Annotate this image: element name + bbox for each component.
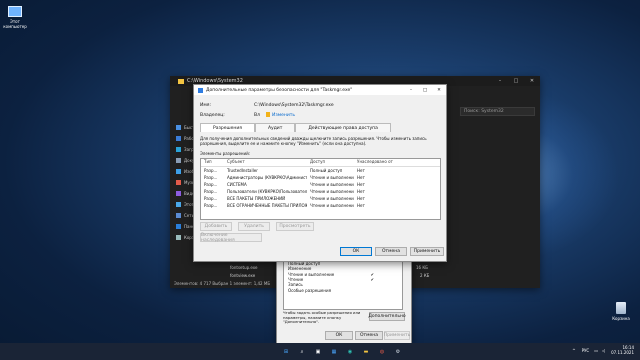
dialog-title: Дополнительные параметры безопасности дл…: [206, 87, 353, 93]
language-indicator[interactable]: РУС: [582, 348, 590, 353]
permission-row: Особые разрешения: [288, 287, 332, 293]
tab-permissions[interactable]: Разрешения: [200, 123, 255, 132]
column-header[interactable]: Доступ: [307, 159, 354, 166]
column-header[interactable]: Унаследовано от: [354, 159, 417, 166]
desktop-icon-label: Корзина: [612, 316, 630, 321]
desktop-icon-label: Этот компьютер: [3, 19, 27, 29]
minimize-button[interactable]: –: [404, 88, 418, 93]
desktop: Этот компьютер Корзина C:\Windows\System…: [0, 0, 640, 360]
owner-label: Владелец:: [200, 113, 225, 118]
taskbar-apps: ⊞ ⌕ ▣ ▦ ◉ ▬ ◍ ⚙: [280, 346, 408, 357]
folder-icon: [178, 78, 184, 84]
status-bar: Элементов: 4 717 Выбран 1 элемент: 1,42 …: [174, 281, 271, 286]
file-size: 2 КБ: [420, 273, 430, 278]
tab-effective-access[interactable]: Действующие права доступа: [295, 123, 391, 132]
enable-inheritance-button[interactable]: Включение наследования: [200, 233, 262, 243]
permission-entries-table: Тип Субъект Доступ Унаследовано от Разр.…: [200, 158, 441, 220]
search-input[interactable]: Поиск: System32: [460, 107, 535, 116]
ok-button[interactable]: ОК: [325, 331, 353, 340]
checkmark-icon: ✔: [370, 277, 374, 283]
shield-icon: [266, 112, 270, 119]
close-button[interactable]: ✕: [432, 88, 446, 93]
system-tray: ^ РУС ▭ ◁ 16:14 07.11.2021: [572, 345, 634, 355]
apply-button[interactable]: Применить: [384, 331, 410, 340]
dialog-titlebar: Дополнительные параметры безопасности дл…: [194, 85, 446, 95]
desktop-icon-this-pc[interactable]: Этот компьютер: [2, 6, 28, 29]
ok-button[interactable]: ОК: [340, 247, 372, 256]
date: 07.11.2021: [611, 350, 634, 355]
close-button[interactable]: ✕: [524, 78, 540, 84]
start-icon[interactable]: ⊞: [280, 346, 292, 357]
entries-label: Элементы разрешений:: [200, 151, 251, 156]
checkmark-icon: ✔: [370, 271, 374, 277]
owner-change-link[interactable]: Изменить: [272, 113, 295, 118]
cancel-button[interactable]: Отмена: [355, 331, 383, 340]
hint-text: Чтобы задать особые разрешения или парам…: [283, 310, 361, 324]
store-icon[interactable]: ◍: [376, 346, 388, 357]
table-row[interactable]: Разр... TrustedInstaller Полный доступ Нет: [201, 167, 440, 174]
tab-audit[interactable]: Аудит: [254, 123, 296, 132]
chevron-up-icon[interactable]: ^: [572, 348, 575, 353]
search-icon[interactable]: ⌕: [296, 346, 308, 357]
file-item[interactable]: fontview.exe: [230, 273, 255, 278]
column-header[interactable]: Тип: [201, 159, 224, 166]
table-row[interactable]: Разр...Администраторы (КУВКРКО\Администр…: [201, 174, 440, 181]
permissions-list: Полный доступ Изменение Чтение и выполне…: [283, 260, 403, 310]
shield-icon: [198, 87, 203, 93]
advanced-security-dialog: Дополнительные параметры безопасности дл…: [193, 84, 447, 262]
clock[interactable]: 16:14 07.11.2021: [611, 345, 634, 355]
maximize-button[interactable]: □: [508, 78, 524, 84]
file-item[interactable]: fontsetup.exe: [230, 265, 258, 270]
name-value: C:\Windows\System32\Taskmgr.exe: [254, 103, 334, 108]
tab-strip: Разрешения Аудит Действующие права досту…: [200, 123, 391, 132]
recycle-bin-icon: [616, 302, 626, 314]
taskbar: ⊞ ⌕ ▣ ▦ ◉ ▬ ◍ ⚙ ^ РУС ▭ ◁ 16:14 07.11.20…: [0, 343, 640, 360]
minimize-button[interactable]: –: [492, 78, 508, 84]
edge-icon[interactable]: ◉: [344, 346, 356, 357]
table-row[interactable]: Разр... ВСЕ ПАКЕТЫ ПРИЛОЖЕНИЙ Чтение и вып…: [201, 195, 440, 202]
computer-icon: [8, 6, 22, 17]
add-button[interactable]: Добавить: [200, 222, 232, 231]
file-explorer-icon[interactable]: ▬: [360, 346, 372, 357]
info-text: Для получения дополнительных сведений дв…: [200, 136, 427, 146]
advanced-button[interactable]: Дополнительно: [368, 312, 406, 321]
maximize-button[interactable]: □: [418, 88, 432, 93]
table-row[interactable]: Разр... ВСЕ ОГРАНИЧЕННЫЕ ПАКЕТЫ ПРИЛОЖЕ..…: [201, 202, 440, 209]
properties-window: ПРИЛОЖЕНИЙ Полный доступ Изменение Чтени…: [276, 252, 412, 344]
task-view-icon[interactable]: ▣: [312, 346, 324, 357]
table-row[interactable]: Разр... Пользователи (КУВКРКО\Пользовател…: [201, 188, 440, 195]
widgets-icon[interactable]: ▦: [328, 346, 340, 357]
name-label: Имя:: [200, 103, 211, 108]
network-icon[interactable]: ▭: [594, 348, 598, 353]
remove-button[interactable]: Удалить: [238, 222, 270, 231]
table-header: Тип Субъект Доступ Унаследовано от: [201, 159, 440, 167]
desktop-icon-recycle-bin[interactable]: Корзина: [608, 302, 634, 321]
volume-icon[interactable]: ◁: [602, 348, 605, 353]
settings-icon[interactable]: ⚙: [392, 346, 404, 357]
apply-button[interactable]: Применить: [410, 247, 444, 256]
owner-value: Вл: [254, 113, 260, 118]
file-size: 16 КБ: [416, 265, 428, 270]
table-row[interactable]: Разр... СИСТЕМА Чтение и выполнение Нет: [201, 181, 440, 188]
view-button[interactable]: Просмотреть: [276, 222, 314, 231]
column-header[interactable]: Субъект: [224, 159, 307, 166]
cancel-button[interactable]: Отмена: [375, 247, 407, 256]
